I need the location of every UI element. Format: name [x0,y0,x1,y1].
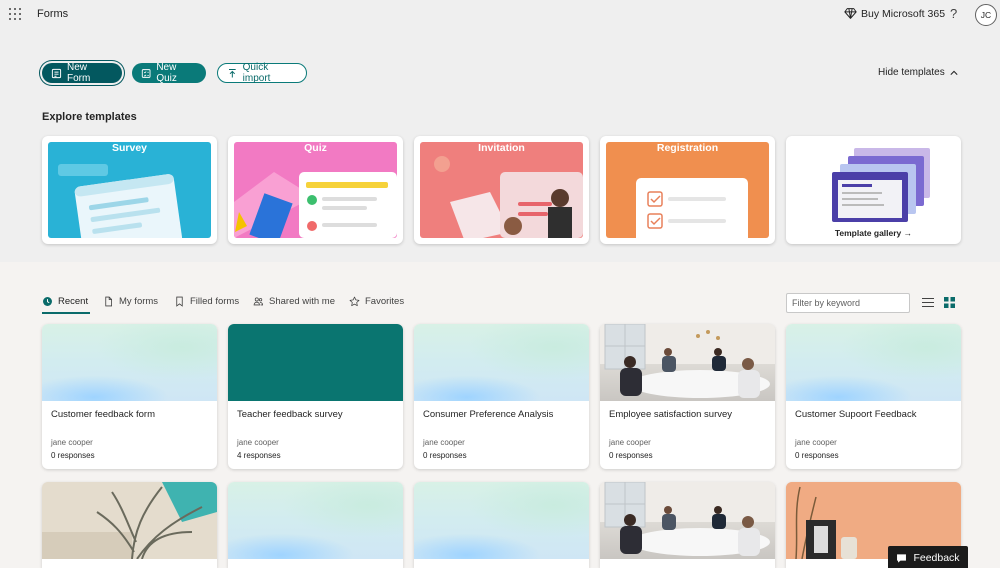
form-responses: 0 responses [795,451,839,460]
buy-microsoft-365-link[interactable]: Buy Microsoft 365 [844,7,945,20]
tab-favorites[interactable]: Favorites [349,296,404,307]
survey-illustration [48,142,211,238]
form-thumbnail [228,324,403,401]
form-thumbnail [414,482,589,559]
form-card[interactable] [600,482,775,568]
quiz-illustration [234,142,397,238]
bookmark-icon [176,296,183,307]
form-responses: 0 responses [609,451,653,460]
template-label-survey: Survey [111,142,148,154]
template-label-invitation: Invitation [478,142,525,154]
clock-icon [43,297,52,306]
form-owner: jane cooper [423,438,465,447]
feedback-button[interactable]: Feedback [888,546,968,568]
form-title: Customer Supoort Feedback [795,409,917,420]
form-owner: jane cooper [237,438,279,447]
explore-templates-heading: Explore templates [42,111,137,123]
app-title: Forms [37,8,69,20]
app-launcher-icon[interactable] [9,8,21,20]
form-responses: 0 responses [423,451,467,460]
form-title: Customer feedback form [51,409,156,420]
filter-keyword-input[interactable] [786,293,910,313]
tab-shared-with-me-label: Shared with me [269,296,336,307]
form-owner: jane cooper [609,438,651,447]
form-thumbnail [228,482,403,559]
form-card[interactable]: Consumer Preference Analysis jane cooper… [414,324,589,469]
form-title: Employee satisfaction survey [609,409,733,420]
chat-icon [897,553,907,563]
form-card[interactable] [228,482,403,568]
quiz-icon [141,68,151,78]
form-card[interactable] [414,482,589,568]
template-label-registration: Registration [656,142,719,154]
hide-templates-toggle[interactable]: Hide templates [878,67,958,78]
form-responses: 0 responses [51,451,95,460]
form-title: Teacher feedback survey [237,409,343,420]
tab-favorites-label: Favorites [365,296,405,307]
tab-shared-with-me[interactable]: Shared with me [253,296,335,307]
active-tab-indicator [42,312,90,314]
form-thumbnail [786,324,961,401]
form-thumbnail [42,324,217,401]
tab-filled-forms[interactable]: Filled forms [174,296,239,307]
quick-import-button[interactable]: Quick import [217,62,307,84]
form-owner: jane cooper [51,438,93,447]
form-icon [51,68,62,78]
new-quiz-button[interactable]: New Quiz [132,62,206,84]
quick-import-label: Quick import [242,62,271,84]
people-icon [253,297,264,306]
top-bar: Forms Buy Microsoft 365 ? JC [0,0,1000,30]
template-label-quiz: Quiz [304,142,327,154]
form-card[interactable]: Customer Supoort Feedback jane cooper 0 … [786,324,961,469]
template-card-invitation[interactable]: Invitation [414,136,589,244]
grid-view-icon[interactable] [944,297,955,308]
template-card-quiz[interactable]: Quiz [228,136,403,244]
new-form-button[interactable]: New Form [42,62,122,84]
template-card-survey[interactable]: Survey [42,136,217,244]
chevron-up-icon [950,70,958,75]
tab-my-forms-label: My forms [119,296,159,307]
help-icon[interactable]: ? [950,6,957,21]
new-quiz-label: New Quiz [156,62,177,84]
gallery-illustration [792,142,955,238]
form-card[interactable] [42,482,217,568]
form-thumbnail-plant-photo [42,482,217,560]
form-thumbnail-office-photo [600,482,775,559]
star-icon [349,296,360,307]
form-card[interactable]: Employee satisfaction survey jane cooper… [600,324,775,469]
buy-label: Buy Microsoft 365 [861,7,946,20]
template-card-registration[interactable]: Registration [600,136,775,244]
template-card-gallery[interactable]: Template gallery → [786,136,961,244]
form-thumbnail [414,324,589,401]
new-form-label: New Form [66,62,91,84]
invitation-illustration [420,142,583,238]
form-thumbnail-office-photo [600,324,775,401]
tab-recent[interactable]: Recent [42,296,88,307]
registration-illustration [606,142,769,238]
form-owner: jane cooper [795,438,837,447]
form-title: Consumer Preference Analysis [423,409,554,420]
form-card[interactable]: Customer feedback form jane cooper 0 res… [42,324,217,469]
diamond-icon [844,8,857,19]
hide-templates-label: Hide templates [878,67,945,78]
tab-filled-forms-label: Filled forms [190,296,240,307]
tab-my-forms[interactable]: My forms [103,296,158,307]
form-responses: 4 responses [237,451,281,460]
document-icon [105,296,113,307]
import-icon [228,68,236,77]
list-view-icon[interactable] [922,297,934,308]
template-gallery-link[interactable]: Template gallery → [786,228,961,238]
form-card[interactable]: Teacher feedback survey jane cooper 4 re… [228,324,403,469]
avatar[interactable]: JC [975,4,997,26]
feedback-label: Feedback [913,552,960,564]
tab-recent-label: Recent [58,296,89,307]
